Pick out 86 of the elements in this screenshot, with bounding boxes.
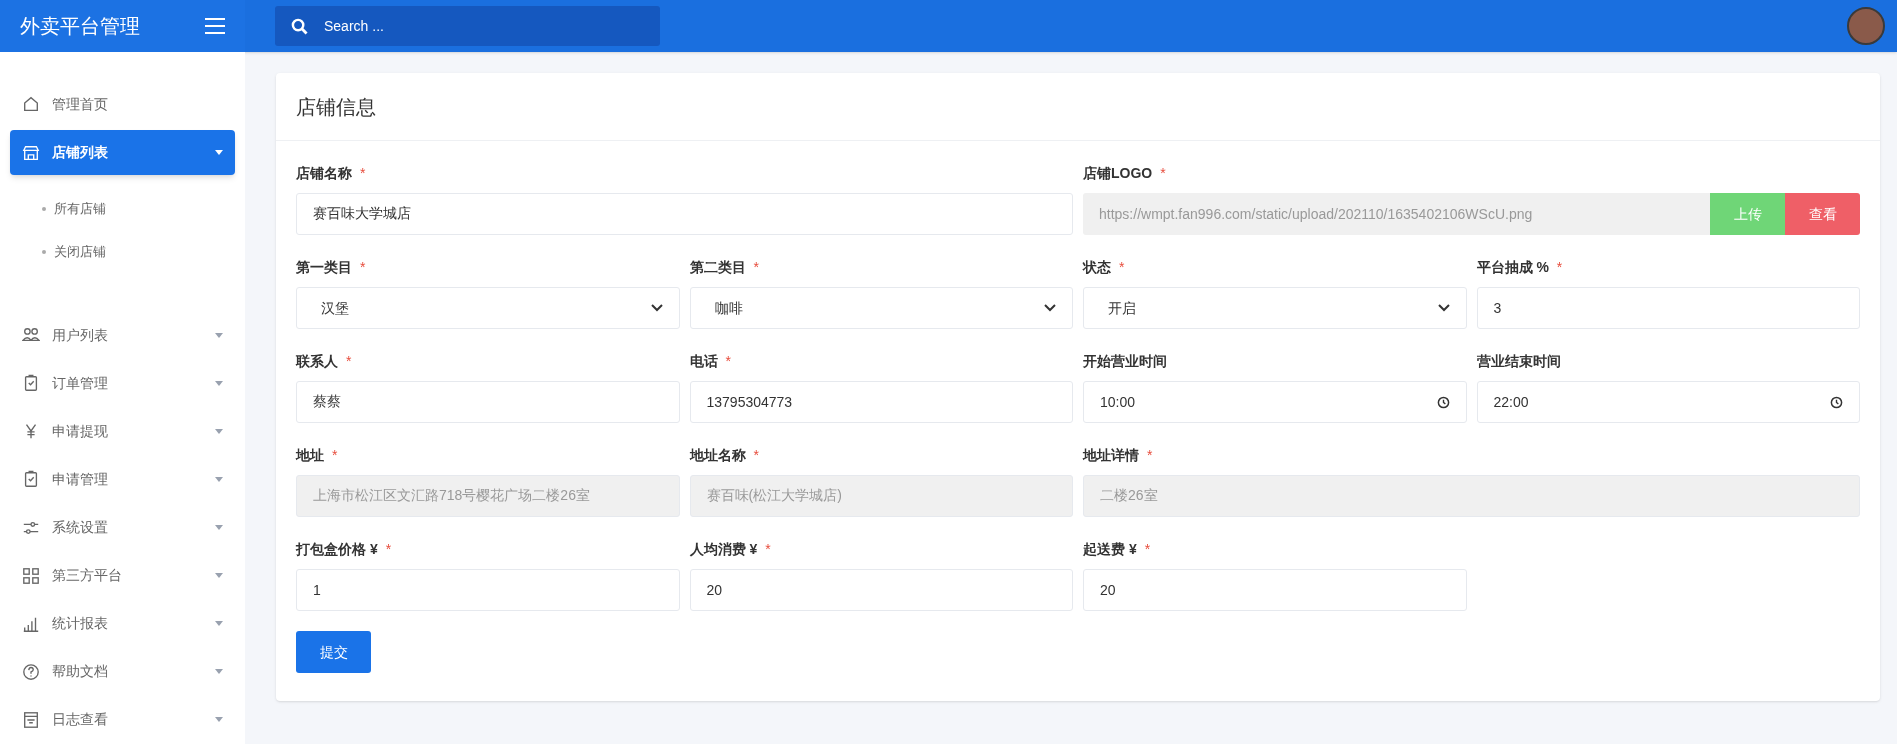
submit-button[interactable]: 提交: [296, 631, 371, 673]
store-icon: [22, 143, 40, 162]
field-label: 店铺LOGO: [1083, 163, 1153, 183]
submenu-item[interactable]: 所有店铺: [54, 198, 106, 219]
text-field[interactable]: 蔡蔡: [296, 381, 680, 423]
field-label: 地址: [296, 445, 324, 465]
brand-title: 外卖平台管理: [20, 14, 140, 39]
required-mark: *: [360, 257, 366, 277]
caret-icon: [215, 477, 223, 482]
menu-icon[interactable]: [205, 18, 225, 34]
field-label: 电话: [689, 351, 718, 371]
required-mark: *: [1119, 257, 1125, 277]
submenu-item[interactable]: 关闭店铺: [54, 241, 106, 262]
text-field[interactable]: 赛百味大学城店: [296, 193, 1073, 235]
caret-icon: [215, 332, 223, 338]
chevron-down-icon: [650, 304, 663, 312]
nav-item[interactable]: 订单管理: [10, 359, 235, 408]
required-mark: *: [1144, 539, 1151, 559]
field-label: 人均消费 ¥: [689, 539, 758, 559]
nav-item[interactable]: 申请提现: [10, 407, 235, 456]
nav-item[interactable]: 日志查看: [10, 695, 235, 744]
grid-icon: [22, 566, 40, 585]
home-icon: [22, 95, 40, 114]
caret-icon: [215, 669, 223, 675]
text-field[interactable]: 3: [1476, 287, 1860, 329]
nav-item[interactable]: 帮助文档: [10, 647, 235, 696]
field-label: 状态: [1083, 257, 1111, 277]
nav-item[interactable]: 用户列表: [10, 311, 235, 360]
time-field[interactable]: 22:00: [1476, 381, 1860, 423]
text-field[interactable]: 13795304773: [689, 381, 1073, 423]
nav-item[interactable]: 系统设置: [10, 503, 235, 552]
chevron-down-icon: [1044, 304, 1056, 312]
required-mark: *: [332, 445, 338, 465]
field-label: 第一类目: [296, 257, 352, 277]
nav-item[interactable]: 管理首页: [10, 80, 235, 129]
caret-icon: [215, 150, 223, 156]
field-label: 联系人: [296, 351, 338, 371]
caret-icon: [215, 380, 223, 386]
text-field[interactable]: 1: [296, 569, 680, 611]
required-mark: *: [753, 445, 759, 465]
caret-icon: [215, 573, 223, 579]
text-field[interactable]: 20: [1083, 569, 1467, 611]
required-mark: *: [1556, 257, 1563, 277]
document-icon: [22, 710, 40, 729]
caret-icon: [215, 717, 223, 723]
required-mark: *: [360, 163, 366, 183]
chevron-down-icon: [1437, 304, 1450, 312]
field-label: 地址名称: [689, 445, 746, 465]
clock-icon: [1436, 395, 1450, 409]
clipboard-icon: [22, 470, 40, 489]
required-mark: *: [1147, 445, 1153, 465]
field-label: 第二类目: [689, 257, 746, 277]
select-field[interactable]: 开启: [1083, 287, 1467, 329]
avatar[interactable]: [1847, 7, 1885, 45]
field-label: 起送费 ¥: [1083, 539, 1137, 559]
nav-item[interactable]: 统计报表: [10, 599, 235, 648]
field-label: 店铺名称: [296, 163, 352, 183]
caret-icon: [215, 428, 223, 434]
bullet-icon: [42, 206, 46, 211]
caret-icon: [215, 525, 223, 531]
field-label: 打包盒价格 ¥: [296, 539, 378, 559]
clipboard-icon: [22, 374, 40, 393]
field-label: 开始营业时间: [1083, 351, 1167, 371]
field-label: 平台抽成 %: [1476, 257, 1549, 277]
nav-item[interactable]: 店铺列表: [10, 130, 235, 176]
nav-item[interactable]: 第三方平台: [10, 551, 235, 600]
field-label: 营业结束时间: [1476, 351, 1561, 371]
help-icon: [22, 662, 40, 681]
search-icon: [291, 17, 308, 35]
required-mark: *: [385, 539, 392, 559]
select-field[interactable]: 咖啡: [689, 287, 1073, 329]
card-title: 店铺信息: [296, 94, 376, 120]
required-mark: *: [765, 539, 771, 559]
field-label: 地址详情: [1083, 445, 1139, 465]
clock-icon: [1830, 395, 1843, 409]
select-field[interactable]: 汉堡: [296, 287, 680, 329]
required-mark: *: [753, 257, 759, 277]
required-mark: *: [346, 351, 352, 371]
required-mark: *: [1160, 163, 1166, 183]
nav-item[interactable]: 申请管理: [10, 455, 235, 504]
view-button[interactable]: 查看: [1785, 193, 1860, 235]
time-field[interactable]: 10:00: [1083, 381, 1467, 423]
caret-icon: [215, 621, 223, 627]
text-field[interactable]: 20: [689, 569, 1073, 611]
required-mark: *: [725, 351, 731, 371]
bullet-icon: [42, 249, 46, 254]
